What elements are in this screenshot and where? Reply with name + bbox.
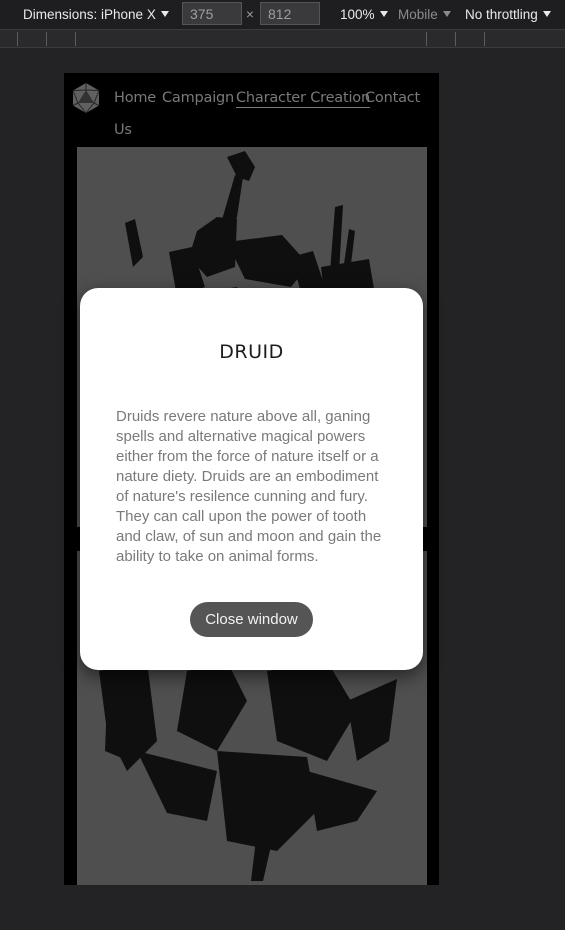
devtools-window: Dimensions: iPhone X 375 × 812 100% Mobi… [0,0,565,930]
zoom-dropdown[interactable]: 100% [340,0,388,29]
ruler-tick [75,32,76,46]
chevron-down-icon [160,11,169,17]
ruler-tick [17,32,18,46]
throttling-dropdown[interactable]: No throttling [465,0,551,29]
description-line: spells and alternative magical powers [116,428,366,445]
device-type-label: Mobile [398,7,438,22]
ruler-tick [455,32,456,46]
zoom-label: 100% [340,7,375,22]
dimensions-label: Dimensions: iPhone X [23,7,156,22]
ruler-tick [426,32,427,46]
description-line: of nature's resilence cunning and fury. [116,488,368,505]
throttling-label: No throttling [465,7,538,22]
close-window-button[interactable]: Close window [190,602,313,637]
chevron-down-icon [379,11,388,17]
chevron-down-icon [442,11,451,17]
modal-title: DRUID [219,341,284,363]
class-info-modal: DRUID Druids revere nature above all, ga… [80,288,423,670]
description-line: either from the force of nature itself o… [116,448,379,465]
media-query-ruler[interactable] [0,29,565,48]
description-line: Druids revere nature above all, ganing [116,408,371,425]
description-line: and claw, of sun and moon and gain the [116,528,382,545]
description-line: ability to take on animal forms. [116,548,319,565]
dimensions-dropdown[interactable]: Dimensions: iPhone X [23,0,169,29]
device-type-dropdown[interactable]: Mobile [398,0,451,29]
times-symbol: × [246,7,254,22]
ruler-tick [484,32,485,46]
chevron-down-icon [542,11,551,17]
ruler-tick [46,32,47,46]
width-input[interactable]: 375 [182,2,242,25]
description-line: They can call upon the power of tooth [116,508,367,525]
device-toolbar: Dimensions: iPhone X 375 × 812 100% Mobi… [0,0,565,29]
modal-description: Druids revere nature above all, ganing s… [116,407,382,567]
description-line: nature diety. Druids are an embodiment [116,468,379,485]
height-input[interactable]: 812 [260,2,320,25]
